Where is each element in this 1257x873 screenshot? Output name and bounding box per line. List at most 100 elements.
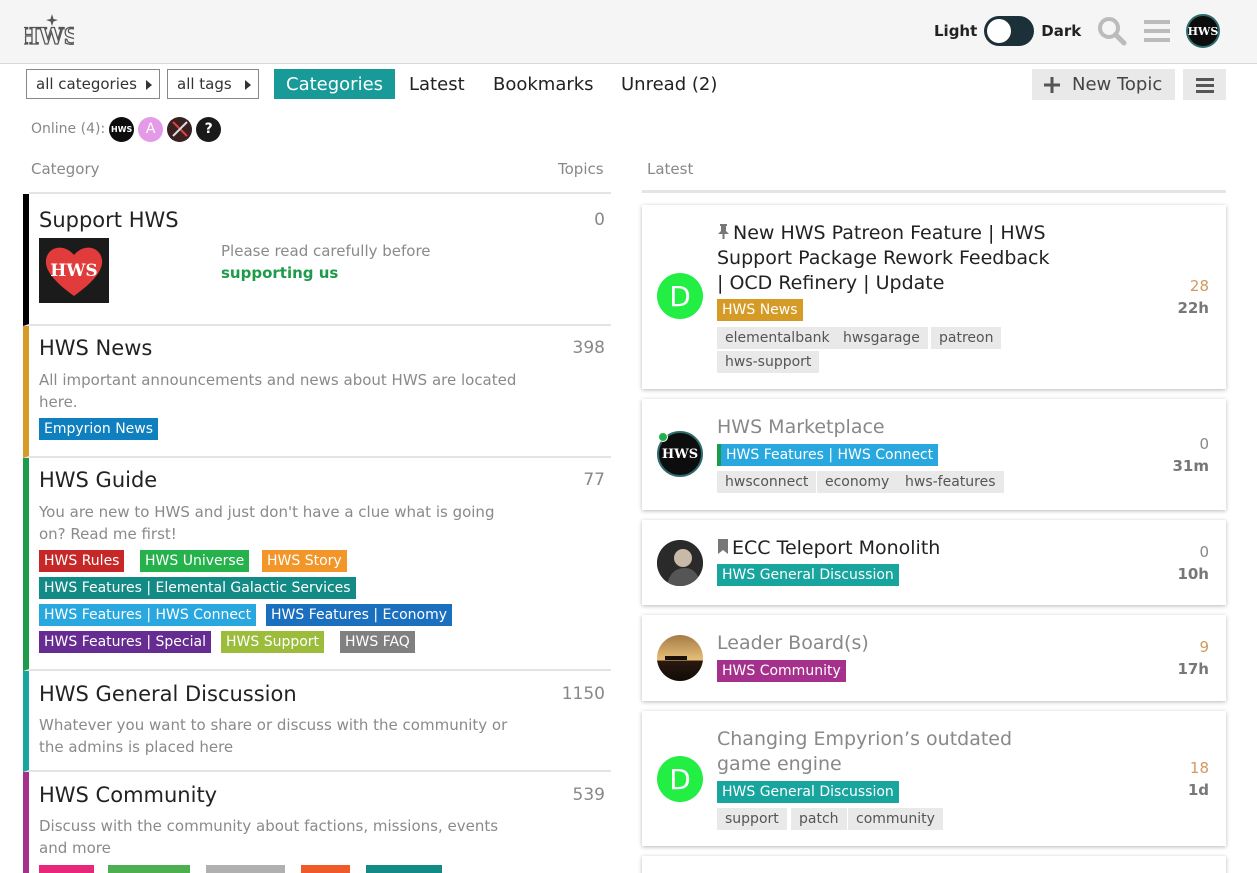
category-title[interactable]: HWS Community [39, 783, 217, 807]
plus-icon [1044, 76, 1060, 93]
subcategory-badge[interactable]: HWS Support [221, 631, 325, 653]
category-topic-count: 0 [594, 210, 605, 230]
topic-tag[interactable]: hwsconnect [717, 471, 817, 493]
tab-categories[interactable]: Categories [274, 69, 396, 99]
category-title[interactable]: Support HWS [39, 208, 179, 232]
subcategory-badge[interactable]: HWS Story [262, 550, 347, 572]
subcategory-badge[interactable] [366, 865, 442, 873]
topic-post-count: 0 [1199, 543, 1209, 561]
topic-category-badge[interactable]: HWS General Discussion [717, 564, 899, 586]
tab-latest[interactable]: Latest [409, 69, 465, 99]
topic-row[interactable]: HWS HWS Marketplace HWS Features | HWS C… [642, 399, 1226, 510]
category-hws-general-discussion[interactable]: HWS General Discussion 1150 Whatever you… [23, 671, 611, 772]
new-topic-button[interactable]: New Topic [1032, 69, 1175, 100]
topic-title[interactable]: New HWS Patreon Feature | HWS Support Pa… [717, 221, 1057, 296]
category-filter-label: all categories [36, 75, 137, 93]
subcategory-badge[interactable]: HWS Features | HWS Connect [39, 604, 257, 626]
topic-tag[interactable]: economy [817, 471, 898, 493]
topic-tag[interactable]: support [717, 808, 787, 830]
topic-author-avatar[interactable] [657, 635, 703, 681]
category-column-header: Category [31, 160, 100, 178]
theme-toggle[interactable] [984, 16, 1035, 46]
subcategory-badge[interactable]: HWS Rules [39, 550, 125, 572]
bookmark-icon [718, 539, 728, 554]
category-description: Discuss with the community about faction… [39, 817, 499, 857]
topic-category-badge[interactable]: HWS Community [717, 660, 846, 682]
topic-tag[interactable]: hws-features [897, 471, 1004, 493]
subcategory-badge[interactable] [206, 865, 285, 873]
online-indicator [658, 432, 668, 442]
user-avatar[interactable]: HWS [1186, 14, 1220, 48]
subcategory-badge[interactable]: HWS Features | Special [39, 631, 211, 653]
topic-tag[interactable]: patreon [931, 327, 1002, 349]
topic-author-avatar[interactable] [657, 540, 703, 586]
topic-activity-age[interactable]: 10h [1177, 565, 1209, 583]
topic-author-avatar[interactable]: D [657, 273, 703, 319]
topic-title[interactable]: Changing Empyrion’s outdated game engine [717, 727, 1062, 777]
topic-row[interactable] [642, 856, 1226, 873]
topic-row[interactable]: ECC Teleport Monolith HWS General Discus… [642, 520, 1226, 605]
topic-row[interactable]: D Changing Empyrion’s outdated game engi… [642, 711, 1226, 846]
subcategory-badge[interactable]: HWS FAQ [340, 631, 415, 653]
category-topic-count: 398 [572, 338, 605, 358]
topic-tag[interactable]: hws-support [717, 351, 820, 373]
online-user-avatar[interactable]: HWS [109, 116, 135, 142]
tag-filter-label: all tags [177, 75, 232, 93]
subcategory-badge[interactable]: Empyrion News [39, 418, 159, 440]
caret-right-icon [146, 80, 152, 90]
navigation-menu-button[interactable] [1183, 69, 1226, 100]
topic-post-count: 9 [1199, 638, 1209, 656]
category-hws-community[interactable]: HWS Community 539 Discuss with the commu… [23, 772, 611, 873]
tab-bookmarks[interactable]: Bookmarks [493, 69, 594, 99]
category-title[interactable]: HWS Guide [39, 468, 157, 492]
supporting-us-link[interactable]: supporting us [221, 264, 338, 282]
online-user-avatar[interactable] [167, 116, 193, 142]
topic-category-badge[interactable]: HWS News [717, 299, 803, 321]
online-label: Online (4): [31, 121, 106, 137]
subcategory-badge[interactable] [39, 865, 94, 873]
topic-category-badge[interactable]: HWS Features | HWS Connect [717, 444, 939, 466]
category-topic-count: 1150 [561, 684, 605, 704]
topic-row[interactable]: D New HWS Patreon Feature | HWS Support … [642, 205, 1226, 389]
subcategory-badge[interactable]: HWS Features | Economy [266, 604, 452, 626]
topic-title[interactable]: HWS Marketplace [717, 415, 1057, 440]
subcategory-badge[interactable] [108, 865, 190, 873]
tab-unread[interactable]: Unread (2) [621, 69, 717, 99]
topic-author-avatar[interactable]: D [657, 756, 703, 802]
topic-activity-age[interactable]: 17h [1177, 660, 1209, 678]
subcategory-badge[interactable]: HWS Features | Elemental Galactic Servic… [39, 577, 356, 599]
category-hws-news[interactable]: HWS News 398 All important announcements… [23, 326, 611, 458]
tag-filter-dropdown[interactable]: all tags [167, 69, 259, 99]
topic-category-badge[interactable]: HWS General Discussion [717, 781, 899, 803]
online-user-avatar[interactable]: ? [196, 116, 222, 142]
online-users: Online (4): HWS A ? [31, 116, 222, 142]
category-hws-guide[interactable]: HWS Guide 77 You are new to HWS and just… [23, 458, 611, 671]
topic-activity-age[interactable]: 1d [1188, 781, 1209, 799]
site-logo[interactable]: HWS [18, 12, 80, 52]
topic-post-count: 0 [1199, 435, 1209, 453]
category-description: You are new to HWS and just don't have a… [39, 503, 495, 543]
topic-title[interactable]: ECC Teleport Monolith [717, 536, 1057, 561]
search-icon[interactable] [1097, 16, 1127, 46]
topic-title-text: New HWS Patreon Feature | HWS Support Pa… [717, 222, 1050, 294]
category-title[interactable]: HWS General Discussion [39, 682, 297, 706]
topic-activity-age[interactable]: 22h [1177, 299, 1209, 317]
topic-tag[interactable]: hwsgarage [835, 327, 928, 349]
subcategory-badge[interactable] [301, 865, 350, 873]
topic-row[interactable]: Leader Board(s) HWS Community 9 17h [642, 615, 1226, 701]
topic-tag[interactable]: elementalbank [717, 327, 838, 349]
topic-tag[interactable]: patch [791, 808, 847, 830]
category-support-hws[interactable]: Support HWS 0 HWS Please read carefully … [23, 194, 611, 326]
latest-column-header: Latest [647, 160, 694, 178]
subcategory-badge[interactable]: HWS Universe [140, 550, 250, 572]
hamburger-icon [1195, 77, 1214, 93]
user-avatar-text: HWS [1187, 24, 1219, 38]
online-user-avatar[interactable]: A [138, 116, 164, 142]
topic-tag[interactable]: community [848, 808, 943, 830]
category-filter-dropdown[interactable]: all categories [26, 69, 160, 99]
hamburger-icon[interactable] [1143, 16, 1173, 46]
category-title[interactable]: HWS News [39, 336, 152, 360]
topic-activity-age[interactable]: 31m [1172, 457, 1209, 475]
topic-title[interactable]: Leader Board(s) [717, 631, 1057, 656]
category-topic-count: 77 [583, 470, 605, 490]
